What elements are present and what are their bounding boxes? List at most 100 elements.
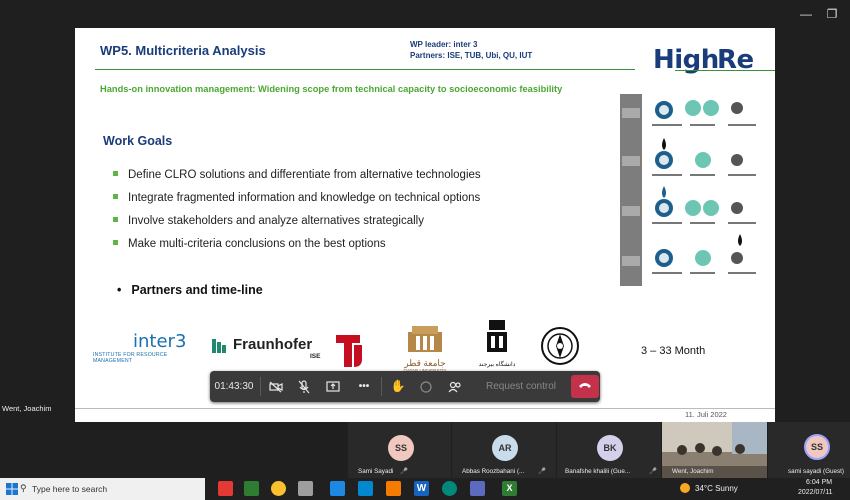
- participant-name: Abbas Roozbahani (...: [462, 468, 525, 475]
- mic-off-icon[interactable]: [290, 371, 318, 402]
- bullet-dot-icon: •: [117, 283, 122, 297]
- reactions-icon[interactable]: [412, 371, 440, 402]
- camera-off-icon[interactable]: [262, 371, 290, 402]
- slide-subtitle: Hands-on innovation management: Widening…: [100, 84, 563, 94]
- participant-tile[interactable]: SS Sami Sayadi 🎤: [348, 422, 451, 478]
- wp-partners: Partners: ISE, TUB, Ubi, QU, IUT: [410, 51, 533, 60]
- goal-text: Integrate fragmented information and kno…: [128, 192, 481, 204]
- participant-name: sami sayadi (Guest): [788, 468, 844, 475]
- people-icon[interactable]: [440, 371, 470, 402]
- qatar-university-arabic: جامعة قطر: [404, 358, 446, 368]
- birjand-mark-icon: [487, 320, 507, 352]
- goal-item: Involve stakeholders and analyze alterna…: [113, 215, 424, 227]
- iut-logo: [540, 326, 580, 366]
- participant-name: Sami Sayadi: [358, 468, 394, 475]
- title-divider: [95, 69, 635, 70]
- app-icon[interactable]: [218, 481, 233, 496]
- taskbar: ⚲ Type here to search W X 34°C Sunny 6:0…: [0, 478, 850, 500]
- partners-heading-text: Partners and time-line: [131, 283, 263, 297]
- search-icon: ⚲: [20, 483, 27, 493]
- fraunhofer-logo-text: Fraunhofer: [233, 336, 313, 353]
- weather-widget[interactable]: 34°C Sunny: [695, 484, 738, 493]
- tu-berlin-logo: berlin: [334, 333, 372, 369]
- qatar-university-logo: جامعة قطر QATAR UNIVERSITY: [400, 324, 460, 373]
- hang-up-button[interactable]: [571, 375, 599, 398]
- footer-divider: [75, 408, 775, 409]
- more-icon[interactable]: •••: [350, 371, 378, 402]
- share-icon[interactable]: [318, 371, 348, 402]
- edge-icon[interactable]: [442, 481, 457, 496]
- participant-name: Went, Joachim: [672, 468, 714, 475]
- logo-divider: [675, 70, 775, 71]
- fraunhofer-logo: Fraunhofer ISE: [212, 336, 327, 360]
- sun-icon: [680, 483, 690, 493]
- goal-text: Involve stakeholders and analyze alterna…: [128, 215, 424, 227]
- mic-off-icon: 🎤: [649, 468, 657, 475]
- shared-slide: WP5. Multicriteria Analysis WP leader: i…: [75, 28, 775, 422]
- iut-seal-icon: [541, 327, 579, 365]
- bullet-icon: [113, 240, 118, 246]
- inter3-logo-text: inter3: [133, 331, 187, 352]
- toolbar-divider: [381, 377, 382, 396]
- chrome-icon[interactable]: [271, 481, 286, 496]
- goal-item: Make multi-criteria conclusions on the b…: [113, 238, 386, 250]
- avatar: AR: [492, 435, 518, 461]
- teams-icon[interactable]: [470, 481, 485, 496]
- raise-hand-icon[interactable]: ✋: [384, 371, 412, 402]
- bullet-icon: [113, 171, 118, 177]
- restore-icon[interactable]: ❐: [824, 6, 840, 22]
- inter3-logo-subtext: INSTITUTE FOR RESOURCE MANAGEMENT: [93, 352, 168, 364]
- participant-tile[interactable]: AR Abbas Roozbahani (... 🎤: [452, 422, 556, 478]
- request-control-button[interactable]: Request control: [476, 371, 566, 402]
- avatar: SS: [388, 435, 414, 461]
- highrec-logo: High Rec: [653, 42, 769, 81]
- clock-time[interactable]: 6:04 PM: [806, 479, 832, 486]
- tu-berlin-mark-icon: berlin: [336, 335, 371, 367]
- qatar-university-mark-icon: [408, 326, 442, 352]
- footer-date: 11. Juli 2022: [685, 410, 727, 419]
- bullet-icon: [113, 217, 118, 223]
- file-explorer-icon[interactable]: [386, 481, 401, 496]
- word-icon[interactable]: W: [414, 481, 429, 496]
- minimize-icon[interactable]: —: [798, 6, 814, 22]
- partners-heading: • Partners and time-line: [117, 283, 263, 297]
- tu-berlin-word: berlin: [364, 341, 371, 358]
- goals-heading: Work Goals: [103, 134, 173, 148]
- slide-title: WP5. Multicriteria Analysis: [100, 43, 266, 58]
- goal-text: Make multi-criteria conclusions on the b…: [128, 238, 386, 250]
- mic-off-icon: 🎤: [538, 468, 546, 475]
- participant-tile[interactable]: SS sami sayadi (Guest): [768, 422, 850, 478]
- avatar: SS: [804, 434, 830, 460]
- presenter-label: Went, Joachim: [2, 404, 52, 413]
- meeting-toolbar: 01:43:30 ••• ✋ Request control: [210, 371, 600, 402]
- mic-off-icon: 🎤: [400, 468, 408, 475]
- participant-tile[interactable]: BK Banafshe khalili (Gue... 🎤: [557, 422, 661, 478]
- phone-hangup-icon: [579, 383, 591, 388]
- duration-text: 3 – 33 Month: [641, 345, 706, 357]
- birjand-arabic: دانشگاه بیرجند: [478, 362, 516, 368]
- app-icon[interactable]: [330, 481, 345, 496]
- birjand-university-logo: دانشگاه بیرجند: [477, 318, 517, 370]
- goal-item: Define CLRO solutions and differentiate …: [113, 169, 481, 181]
- search-input[interactable]: Type here to search: [32, 484, 107, 494]
- process-diagram: [620, 94, 756, 286]
- taskbar-search[interactable]: ⚲ Type here to search: [0, 478, 205, 500]
- participant-name: Banafshe khalili (Gue...: [565, 468, 631, 475]
- app-icon[interactable]: [358, 481, 373, 496]
- settings-icon[interactable]: [298, 481, 313, 496]
- clock-date[interactable]: 2022/07/11: [798, 489, 833, 496]
- app-icon[interactable]: [244, 481, 259, 496]
- call-timer: 01:43:30: [214, 381, 254, 392]
- avatar: BK: [597, 435, 623, 461]
- bullet-icon: [113, 194, 118, 200]
- toolbar-divider: [260, 377, 261, 396]
- excel-icon[interactable]: X: [502, 481, 517, 496]
- goal-text: Define CLRO solutions and differentiate …: [128, 169, 481, 181]
- window-titlebar: — ❐: [0, 0, 850, 28]
- inter3-logo: inter3 INSTITUTE FOR RESOURCE MANAGEMENT: [93, 331, 203, 364]
- goal-item: Integrate fragmented information and kno…: [113, 192, 480, 204]
- wp-leader: WP leader: inter 3: [410, 40, 478, 49]
- fraunhofer-logo-subtext: ISE: [310, 353, 321, 360]
- fraunhofer-mark-icon: [212, 338, 226, 353]
- participant-video-tile[interactable]: Went, Joachim: [662, 422, 767, 478]
